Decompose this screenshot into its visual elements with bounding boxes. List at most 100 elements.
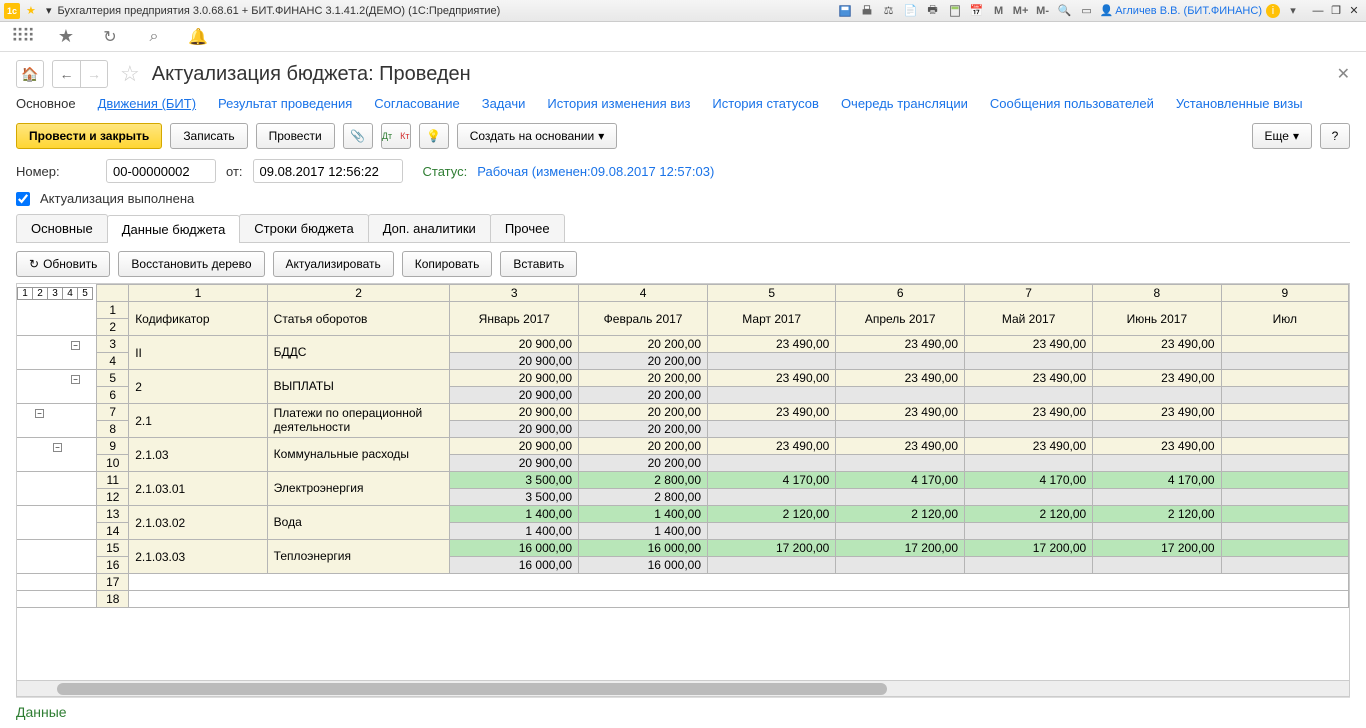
minimize-button[interactable]: — [1310,4,1326,18]
status-value: Рабочая (изменен:09.08.2017 12:57:03) [477,164,714,179]
home-button[interactable]: 🏠 [16,60,44,88]
bell-icon[interactable]: 🔔 [188,27,208,47]
table-row[interactable]: −72.1Платежи по операционной деятельност… [17,404,1349,421]
level-button[interactable]: 4 [62,287,78,300]
user-badge[interactable]: 👤 Агличев В.В. (БИТ.ФИНАНС) [1100,4,1262,17]
tree-toggle[interactable]: − [53,443,62,452]
dropdown2-icon[interactable]: ▾ [1284,3,1302,19]
table-row[interactable]: −3IIБДДС20 900,0020 200,0023 490,0023 49… [17,336,1349,353]
table-row[interactable]: 112.1.03.01Электроэнергия3 500,002 800,0… [17,472,1349,489]
post-and-close-button[interactable]: Провести и закрыть [16,123,162,149]
budget-grid: 123451234567891КодификаторСтатья оборото… [16,283,1350,697]
calc-icon[interactable] [946,3,964,19]
hint-button[interactable]: 💡 [419,123,449,149]
table-row[interactable]: 18 [17,591,1349,608]
level-button[interactable]: 2 [32,287,48,300]
table-row[interactable]: 152.1.03.03Теплоэнергия16 000,0016 000,0… [17,540,1349,557]
attach-button[interactable]: 📎 [343,123,373,149]
close-button[interactable]: ✕ [1346,4,1362,18]
tree-toggle[interactable]: − [71,375,80,384]
m-minus-button[interactable]: M- [1034,3,1052,19]
tab-status-history[interactable]: История статусов [712,96,819,111]
panel-icon[interactable]: ▭ [1078,3,1096,19]
compare-icon[interactable]: ⚖ [880,3,898,19]
save-icon[interactable] [836,3,854,19]
tab-visa-history[interactable]: История изменения виз [547,96,690,111]
copy-button[interactable]: Копировать [402,251,493,277]
tab-result[interactable]: Результат проведения [218,96,352,111]
header-codifier: Кодификатор [129,302,267,336]
m-button[interactable]: M [990,3,1008,19]
search-icon[interactable]: ⌕ [144,27,164,47]
tab-tasks[interactable]: Задачи [482,96,526,111]
restore-tree-button[interactable]: Восстановить дерево [118,251,264,277]
info-icon[interactable]: i [1266,4,1280,18]
subtab-basic[interactable]: Основные [16,214,108,242]
m-plus-button[interactable]: M+ [1012,3,1030,19]
level-button[interactable]: 3 [47,287,63,300]
apps-icon[interactable]: ⠿⠿ [12,27,32,47]
subtab-budget-data[interactable]: Данные бюджета [107,215,241,243]
action-bar: Провести и закрыть Записать Провести 📎 Д… [16,123,1350,149]
tree-toggle[interactable]: − [71,341,80,350]
table-row[interactable]: 132.1.03.02Вода1 400,001 400,002 120,002… [17,506,1349,523]
actual-done-label: Актуализация выполнена [40,191,194,206]
subtab-analytics[interactable]: Доп. аналитики [368,214,491,242]
horizontal-scrollbar[interactable] [17,680,1349,696]
doc-icon[interactable]: 📄 [902,3,920,19]
restore-button[interactable]: ❐ [1328,4,1344,18]
refresh-button[interactable]: ↻ Обновить [16,251,110,277]
header-month: Июл [1221,302,1348,336]
subtab-budget-rows[interactable]: Строки бюджета [239,214,368,242]
grid-scroll[interactable]: 123451234567891КодификаторСтатья оборото… [17,284,1349,680]
paste-button[interactable]: Вставить [500,251,577,277]
table-row[interactable]: −92.1.03Коммунальные расходы20 900,0020 … [17,438,1349,455]
level-button[interactable]: 5 [77,287,93,300]
zoom-icon[interactable]: 🔍 [1056,3,1074,19]
help-button[interactable]: ? [1320,123,1350,149]
post-button[interactable]: Провести [256,123,335,149]
doc-star-icon[interactable]: ☆ [120,61,140,87]
header-month: Март 2017 [708,302,836,336]
tab-visas[interactable]: Установленные визы [1176,96,1303,111]
table-row[interactable]: 17 [17,574,1349,591]
print2-icon[interactable]: 🖶 [924,3,942,19]
dtkt-button[interactable]: ДтКт [381,123,411,149]
main-toolbar: ⠿⠿ ★ ↻ ⌕ 🔔 [0,22,1366,52]
dropdown-icon[interactable]: ▾ [46,4,52,17]
tab-movements[interactable]: Движения (БИТ) [98,96,196,111]
calendar-icon[interactable]: 📅 [968,3,986,19]
favorite-icon[interactable]: ★ [56,27,76,47]
actualize-button[interactable]: Актуализировать [273,251,394,277]
forward-button[interactable]: → [80,60,108,88]
tab-messages[interactable]: Сообщения пользователей [990,96,1154,111]
subtab-other[interactable]: Прочее [490,214,565,242]
doc-close-button[interactable]: ✕ [1337,64,1350,84]
star-icon: ★ [26,4,40,18]
table-row[interactable]: −52ВЫПЛАТЫ20 900,0020 200,0023 490,0023 … [17,370,1349,387]
date-field[interactable] [253,159,403,183]
app-logo: 1c [4,3,20,19]
number-label: Номер: [16,164,96,179]
header-month: Апрель 2017 [836,302,965,336]
back-button[interactable]: ← [52,60,80,88]
tab-main[interactable]: Основное [16,96,76,111]
history-icon[interactable]: ↻ [100,27,120,47]
level-button[interactable]: 1 [17,287,33,300]
more-button[interactable]: Еще ▾ [1252,123,1312,149]
page-title: Актуализация бюджета: Проведен [152,63,471,86]
header-month: Январь 2017 [450,302,579,336]
number-field[interactable] [106,159,216,183]
doc-header: 🏠 ← → ☆ Актуализация бюджета: Проведен ✕ [16,60,1350,88]
tab-queue[interactable]: Очередь трансляции [841,96,968,111]
tab-approval[interactable]: Согласование [374,96,459,111]
print-icon[interactable] [858,3,876,19]
footer-title: Данные [16,704,67,720]
tree-toggle[interactable]: − [35,409,44,418]
window-title: Бухгалтерия предприятия 3.0.68.61 + БИТ.… [58,5,501,17]
form-row-checkbox: Актуализация выполнена [16,191,1350,206]
link-tabs: Основное Движения (БИТ) Результат провед… [16,96,1350,111]
save-button[interactable]: Записать [170,123,247,149]
create-based-button[interactable]: Создать на основании ▾ [457,123,618,149]
actual-done-checkbox[interactable] [16,192,30,206]
